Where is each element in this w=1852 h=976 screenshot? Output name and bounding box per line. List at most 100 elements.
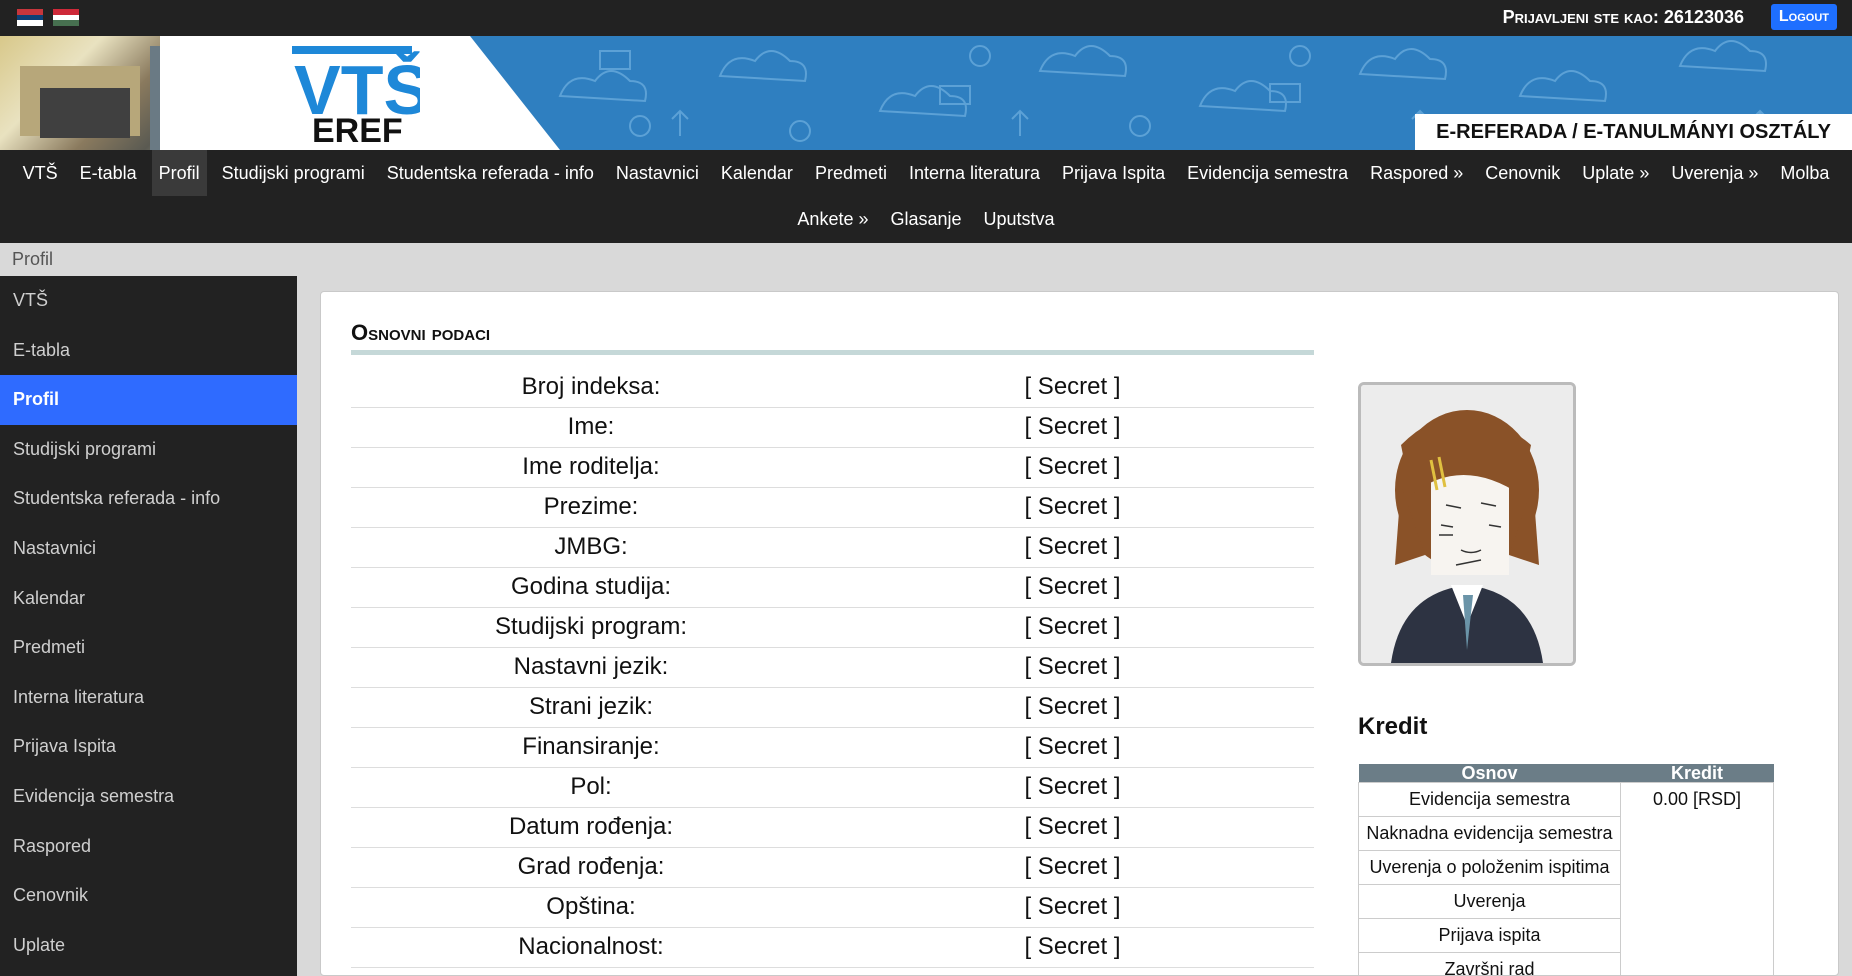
banner: VTŠ EREF E-REFERADA / E-TANULMÁNYI OSZTÁ…	[0, 36, 1852, 150]
kredit-header-osnov: Osnov	[1358, 764, 1621, 783]
table-row: Evidencija semestra 0.00 [RSD]	[1358, 782, 1774, 975]
field-value: [ Secret ]	[1024, 693, 1121, 720]
kredit-value-cell: 0.00 [RSD]	[1620, 782, 1774, 975]
nav-item-prijava-ispita[interactable]: Prijava Ispita	[1055, 150, 1172, 196]
table-row: Nastavni jezik: [ Secret ]	[351, 647, 1314, 687]
sidebar-item-vts[interactable]: VTŠ	[0, 276, 297, 326]
field-label: Ime roditelja:	[522, 453, 660, 480]
nav-item-uplate[interactable]: Uplate »	[1575, 150, 1656, 196]
field-value: [ Secret ]	[1024, 733, 1121, 760]
vts-eref-logo[interactable]: VTŠ EREF	[290, 42, 420, 146]
kredit-osnov-cell: Završni rad	[1358, 952, 1621, 975]
sidebar-item-interna-literatura[interactable]: Interna literatura	[0, 673, 297, 723]
field-value: [ Secret ]	[1024, 773, 1121, 800]
table-row: Nacionalnost: [ Secret ]	[351, 927, 1314, 967]
svg-text:EREF: EREF	[312, 112, 403, 146]
sidebar-item-studijski-programi[interactable]: Studijski programi	[0, 425, 297, 475]
sidebar-item-cenovnik[interactable]: Cenovnik	[0, 871, 297, 921]
nav-item-uverenja[interactable]: Uverenja »	[1664, 150, 1765, 196]
field-label: Finansiranje:	[522, 733, 660, 760]
nav-item-predmeti[interactable]: Predmeti	[808, 150, 894, 196]
sidebar-item-evidencija-semestra[interactable]: Evidencija semestra	[0, 772, 297, 822]
kredit-osnov-cell: Uverenja	[1358, 884, 1621, 919]
table-row: Studijski program: [ Secret ]	[351, 607, 1314, 647]
sidebar-item-profil[interactable]: Profil	[0, 375, 297, 425]
field-value: [ Secret ]	[1024, 573, 1121, 600]
nav-item-molba[interactable]: Molba	[1773, 150, 1836, 196]
table-row: Ime: [ Secret ]	[351, 407, 1314, 447]
kredit-title: Kredit	[1358, 713, 1428, 740]
field-label: Ime:	[567, 413, 615, 440]
field-value: [ Secret ]	[1024, 372, 1121, 400]
serbia-flag-icon[interactable]	[17, 9, 43, 27]
logged-in-label: Prijavljeni ste kao: 26123036	[1502, 7, 1744, 27]
table-row: Godina studija: [ Secret ]	[351, 567, 1314, 607]
field-label: Strani jezik:	[528, 693, 654, 720]
table-row: Opština: [ Secret ]	[351, 887, 1314, 927]
nav-item-nastavnici[interactable]: Nastavnici	[609, 150, 706, 196]
field-label: Opština:	[546, 893, 636, 920]
kredit-osnov-cell: Evidencija semestra	[1358, 782, 1621, 817]
field-value: [ Secret ]	[1024, 413, 1121, 440]
field-value: [ Secret ]	[1024, 453, 1121, 480]
sidebar-item-kalendar[interactable]: Kalendar	[0, 574, 297, 624]
field-value: [ Secret ]	[1024, 893, 1121, 920]
nav-item-studijski-programi[interactable]: Studijski programi	[215, 150, 372, 196]
field-label: Datum rođenja:	[508, 813, 674, 840]
kredit-osnov-cell: Prijava ispita	[1358, 918, 1621, 953]
section-title: Osnovni podaci	[351, 320, 1314, 355]
field-label: Nastavni jezik:	[513, 653, 669, 680]
nav-item-cenovnik[interactable]: Cenovnik	[1478, 150, 1567, 196]
sidebar-item-predmeti[interactable]: Predmeti	[0, 623, 297, 673]
field-value: [ Secret ]	[1024, 813, 1121, 840]
field-label: Pol:	[570, 773, 612, 800]
table-row: Datum rođenja: [ Secret ]	[351, 807, 1314, 847]
main-nav: VTŠ E-tabla Profil Studijski programi Studen…	[0, 150, 1852, 243]
field-value: [ Secret ]	[1024, 533, 1121, 560]
nav-item-vts[interactable]: VTŠ	[16, 150, 65, 196]
kredit-osnov-cell: Uverenja o položenim ispitima	[1358, 850, 1621, 885]
field-value: [ Secret ]	[1024, 853, 1121, 880]
sidebar-item-raspored[interactable]: Raspored	[0, 822, 297, 872]
field-value: [ Secret ]	[1024, 933, 1121, 960]
table-row: Grad rođenja: [ Secret ]	[351, 847, 1314, 887]
kredit-table: Osnov Kredit Evidencija semestra 0.00 [RS…	[1358, 764, 1774, 975]
profile-info-table: Broj indeksa:[ Secret ] Ime:[ Secret ] Ime…	[351, 367, 1314, 968]
breadcrumb: Profil	[0, 243, 1852, 276]
table-row: Broj indeksa: [ Secret ]	[351, 367, 1314, 407]
logout-button[interactable]: Logout	[1770, 4, 1837, 30]
top-bar: Prijavljeni ste kao: 26123036 Logout	[0, 0, 1852, 36]
sidebar-item-e-tabla[interactable]: E-tabla	[0, 326, 297, 376]
field-label: Prezime:	[543, 493, 639, 520]
banner-title: E-REFERADA / E-TANULMÁNYI OSZTÁLY	[1415, 114, 1852, 150]
nav-item-ankete[interactable]: Ankete »	[790, 196, 875, 242]
field-value: [ Secret ]	[1024, 613, 1121, 640]
nav-item-kalendar[interactable]: Kalendar	[714, 150, 800, 196]
nav-item-evidencija-semestra[interactable]: Evidencija semestra	[1180, 150, 1355, 196]
table-row: Pol: [ Secret ]	[351, 767, 1314, 807]
nav-item-interna-literatura[interactable]: Interna literatura	[902, 150, 1047, 196]
nav-item-profil[interactable]: Profil	[151, 150, 207, 196]
sidebar-item-studentska-referada-info[interactable]: Studentska referada - info	[0, 474, 297, 524]
sidebar-item-nastavnici[interactable]: Nastavnici	[0, 524, 297, 574]
nav-item-e-tabla[interactable]: E-tabla	[73, 150, 144, 196]
sidebar-item-prijava-ispita[interactable]: Prijava Ispita	[0, 722, 297, 772]
nav-item-glasanje[interactable]: Glasanje	[883, 196, 968, 242]
table-row: Prezime: [ Secret ]	[351, 487, 1314, 527]
table-row: JMBG: [ Secret ]	[351, 527, 1314, 567]
sidebar-item-uplate[interactable]: Uplate	[0, 921, 297, 971]
table-row: Finansiranje: [ Secret ]	[351, 727, 1314, 767]
field-label: Broj indeksa:	[521, 372, 661, 400]
nav-item-raspored[interactable]: Raspored »	[1363, 150, 1470, 196]
field-value: [ Secret ]	[1024, 653, 1121, 680]
table-row: Ime roditelja: [ Secret ]	[351, 447, 1314, 487]
table-row: Strani jezik: [ Secret ]	[351, 687, 1314, 727]
hungary-flag-icon[interactable]	[53, 9, 79, 27]
field-value: [ Secret ]	[1024, 493, 1121, 520]
nav-item-studentska-referada-info[interactable]: Studentska referada - info	[380, 150, 601, 196]
kredit-header-kredit: Kredit	[1620, 764, 1774, 783]
field-label: Godina studija:	[510, 573, 672, 600]
nav-item-uputstva[interactable]: Uputstva	[977, 196, 1062, 242]
field-label: JMBG:	[554, 533, 628, 560]
field-label: Studijski program:	[494, 613, 688, 640]
